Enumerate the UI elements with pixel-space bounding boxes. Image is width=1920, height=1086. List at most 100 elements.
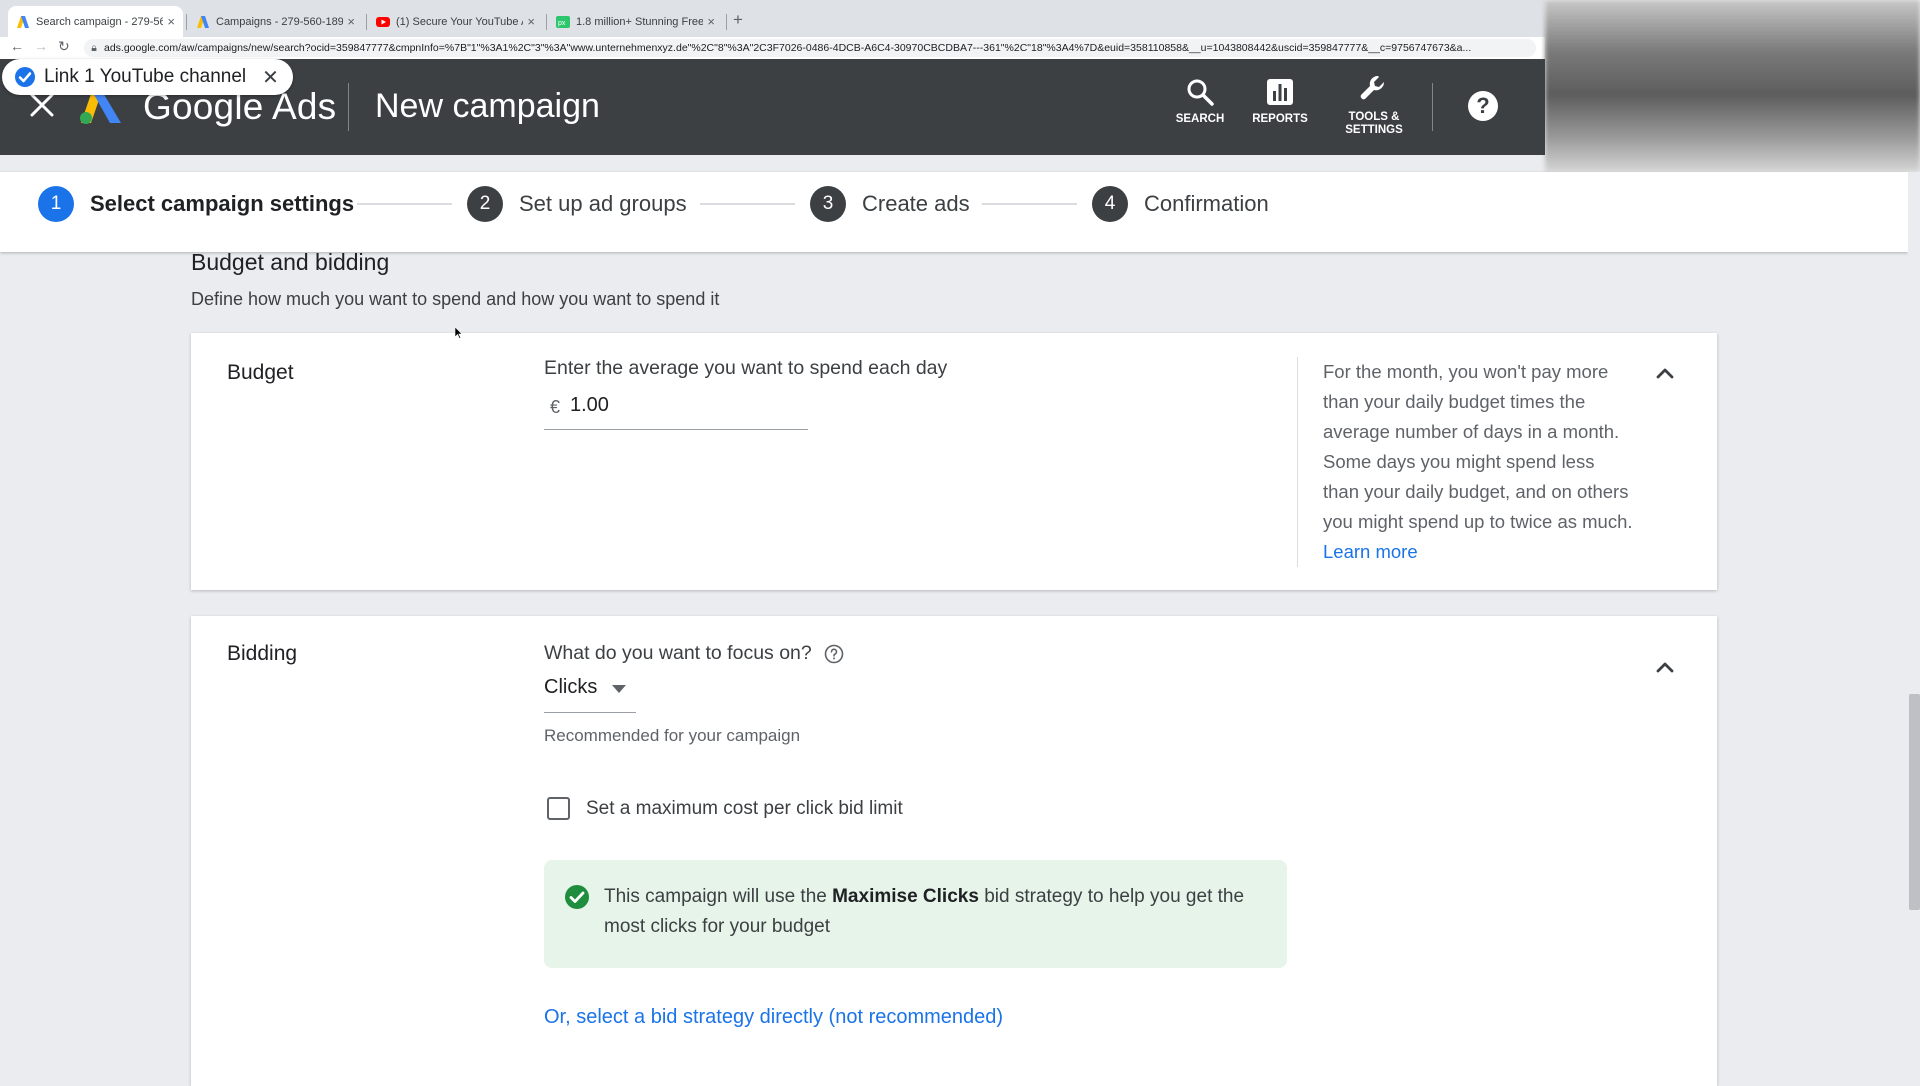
tools-settings-label-line2: SETTINGS: [1345, 124, 1403, 136]
chevron-up-icon[interactable]: [1653, 362, 1677, 386]
reports-tool-button[interactable]: REPORTS: [1245, 77, 1315, 126]
google-ads-favicon: [17, 15, 29, 28]
budget-field[interactable]: €: [544, 389, 808, 430]
scrollbar-thumb[interactable]: [1909, 694, 1920, 910]
select-bid-strategy-link[interactable]: Or, select a bid strategy directly (not …: [544, 1006, 1003, 1029]
check-circle-icon: [565, 885, 589, 909]
step-number: 3: [810, 186, 846, 222]
step-label: Create ads: [862, 191, 970, 216]
browser-tab[interactable]: Campaigns - 279-560-1893 - ×: [188, 6, 363, 37]
section-title: Budget and bidding: [191, 249, 390, 275]
step-label: Confirmation: [1144, 191, 1269, 216]
pixabay-favicon: px: [556, 15, 570, 28]
close-icon[interactable]: [28, 91, 56, 119]
tab-close-icon[interactable]: ×: [527, 14, 535, 29]
forward-arrow-icon[interactable]: →: [34, 38, 48, 54]
back-arrow-icon[interactable]: ←: [10, 38, 24, 54]
budget-prompt: Enter the average you want to spend each…: [544, 357, 948, 379]
step-confirmation[interactable]: 4 Confirmation: [1092, 186, 1269, 222]
lock-icon: 🔒︎: [91, 42, 97, 54]
tab-close-icon[interactable]: ×: [167, 14, 175, 29]
scrollbar-track[interactable]: [1908, 172, 1920, 1080]
wrench-icon: [1360, 75, 1385, 100]
search-tool-button[interactable]: SEARCH: [1170, 77, 1230, 126]
reports-tool-label: REPORTS: [1252, 113, 1308, 125]
strategy-message-pre: This campaign will use the: [604, 886, 833, 907]
tab-title: Search campaign - 279-560-1: [36, 15, 164, 28]
budget-title: Budget: [227, 361, 294, 384]
budget-card: Budget Enter the average you want to spe…: [191, 333, 1717, 590]
browser-tab[interactable]: Search campaign - 279-560-1 ×: [8, 6, 183, 37]
tab-title: (1) Secure Your YouTube Acco: [396, 15, 523, 28]
step-number: 2: [467, 186, 503, 222]
budget-divider: [1297, 357, 1298, 567]
new-tab-button[interactable]: +: [733, 10, 743, 30]
search-tool-label: SEARCH: [1175, 113, 1225, 125]
reports-icon: [1267, 79, 1293, 105]
max-cpc-checkbox[interactable]: [547, 797, 570, 820]
bidding-title: Bidding: [227, 642, 298, 665]
tab-title: Campaigns - 279-560-1893 -: [216, 15, 344, 28]
tab-close-icon[interactable]: ×: [707, 14, 715, 29]
max-cpc-label: Set a maximum cost per click bid limit: [586, 797, 903, 819]
google-ads-favicon: [197, 15, 209, 28]
step-connector: [982, 203, 1077, 205]
reload-icon[interactable]: ↻: [58, 38, 70, 55]
help-circle-icon[interactable]: [824, 644, 844, 664]
step-label: Select campaign settings: [90, 191, 355, 216]
strategy-message: This campaign will use the Maximise Clic…: [604, 882, 1264, 942]
focus-question: What do you want to focus on?: [544, 642, 844, 665]
tab-title: 1.8 million+ Stunning Free Ima: [576, 15, 704, 28]
url-bar[interactable]: 🔒︎ ads.google.com/aw/campaigns/new/search…: [84, 39, 1536, 57]
toast-close-icon[interactable]: ✕: [262, 65, 279, 90]
step-connector: [700, 203, 795, 205]
browser-tab[interactable]: (1) Secure Your YouTube Acco ×: [368, 6, 543, 37]
youtube-favicon: [376, 16, 390, 27]
step-connector: [357, 203, 452, 205]
strategy-name: Maximise Clicks: [832, 886, 979, 907]
tab-close-icon[interactable]: ×: [347, 14, 355, 29]
step-number: 1: [38, 186, 74, 222]
recommended-text: Recommended for your campaign: [544, 726, 801, 745]
step-set-up-ad-groups[interactable]: 2 Set up ad groups: [467, 186, 687, 222]
campaign-stepper: 1 Select campaign settings 2 Set up ad g…: [0, 172, 1908, 252]
link-youtube-toast: Link 1 YouTube channel ✕: [2, 59, 293, 95]
strategy-info-box: This campaign will use the Maximise Clic…: [544, 860, 1287, 968]
step-number: 4: [1092, 186, 1128, 222]
tab-divider: [546, 14, 547, 30]
budget-help-text: For the month, you won't pay more than y…: [1323, 357, 1633, 567]
focus-question-text: What do you want to focus on?: [544, 642, 812, 664]
header-divider: [348, 83, 349, 131]
tab-divider: [726, 14, 727, 30]
url-text: ads.google.com/aw/campaigns/new/search?o…: [104, 42, 1472, 54]
chevron-up-icon[interactable]: [1653, 656, 1677, 680]
svg-text:px: px: [558, 20, 566, 27]
address-row: ← → ↻ 🔒︎ ads.google.com/aw/campaigns/new/…: [0, 37, 1545, 59]
browser-tab-strip: Search campaign - 279-560-1 × Campaigns …: [0, 0, 1545, 37]
currency-symbol: €: [550, 397, 561, 417]
blurred-background: [1545, 0, 1920, 172]
tab-divider: [366, 14, 367, 30]
step-create-ads[interactable]: 3 Create ads: [810, 186, 970, 222]
header-divider: [1432, 83, 1433, 131]
max-cpc-option[interactable]: Set a maximum cost per click bid limit: [547, 797, 903, 820]
tools-settings-button[interactable]: TOOLS & SETTINGS: [1335, 73, 1413, 137]
step-label: Set up ad groups: [519, 191, 687, 216]
help-icon[interactable]: ?: [1468, 91, 1498, 121]
mouse-cursor-icon: [455, 327, 463, 339]
budget-input[interactable]: [568, 393, 772, 418]
step-select-campaign-settings[interactable]: 1 Select campaign settings: [38, 186, 354, 222]
search-icon: [1187, 79, 1214, 106]
bidding-card: Bidding What do you want to focus on? Cl…: [191, 616, 1717, 1086]
focus-selected-value: Clicks: [544, 676, 598, 698]
budget-help-body: For the month, you won't pay more than y…: [1323, 361, 1633, 532]
focus-dropdown[interactable]: Clicks: [544, 676, 636, 713]
tools-settings-label-line1: TOOLS &: [1348, 111, 1400, 123]
dropdown-arrow-icon: [612, 685, 626, 693]
browser-tab[interactable]: px 1.8 million+ Stunning Free Ima ×: [548, 6, 723, 37]
tab-divider: [186, 14, 187, 30]
toast-text: Link 1 YouTube channel: [44, 66, 247, 87]
section-subtitle: Define how much you want to spend and ho…: [191, 289, 720, 309]
page-title: New campaign: [375, 87, 600, 125]
learn-more-link[interactable]: Learn more: [1323, 541, 1418, 562]
